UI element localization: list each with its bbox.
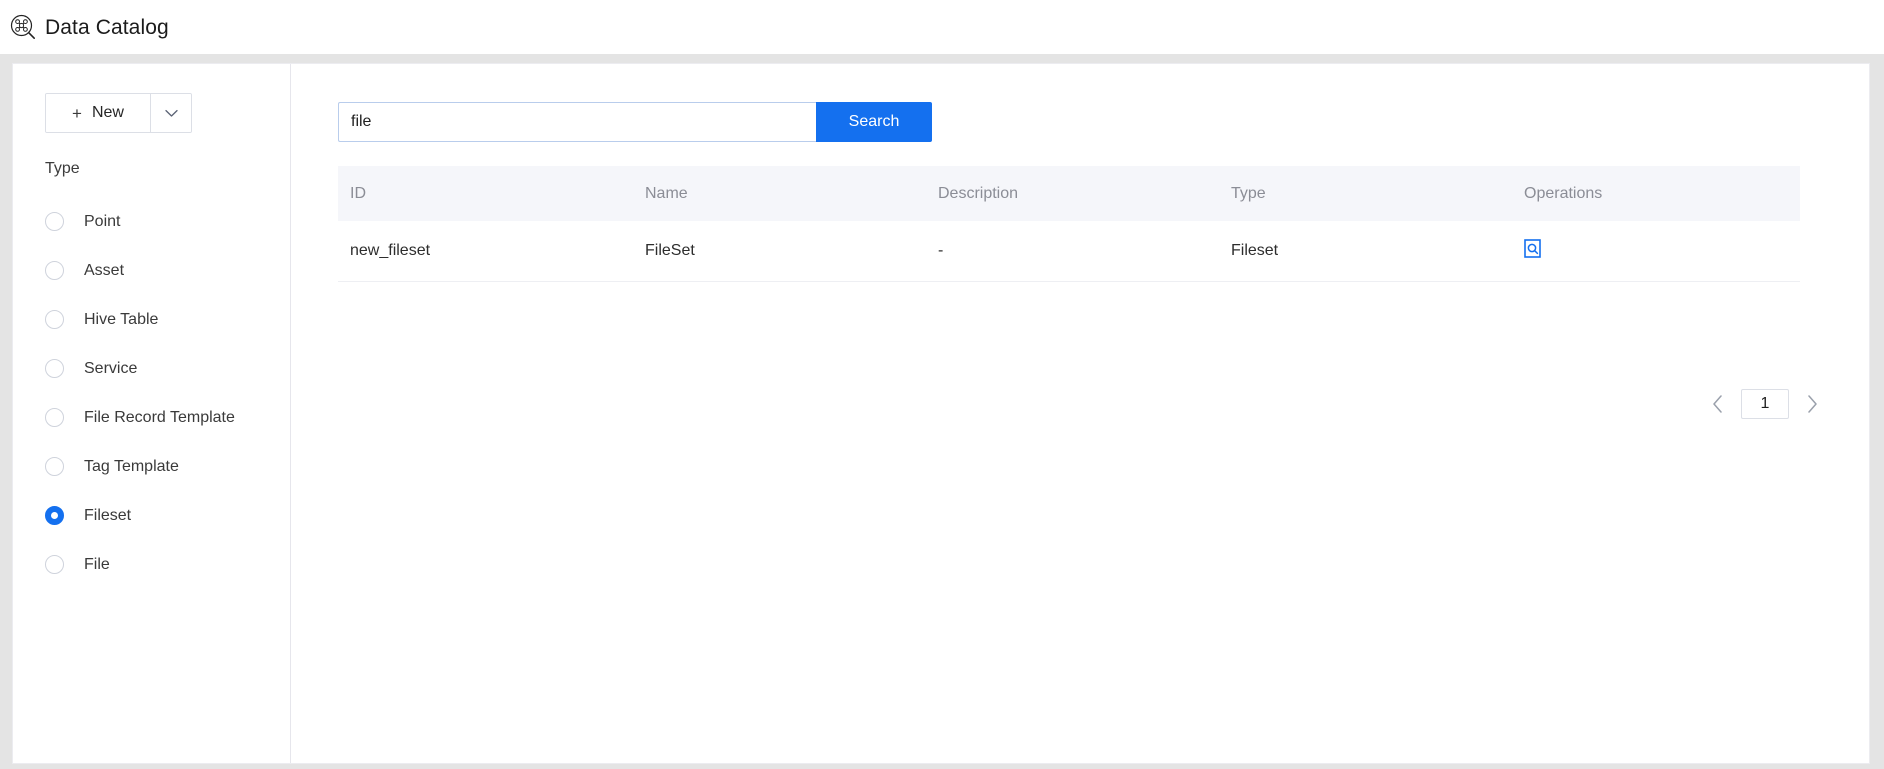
radio-circle-icon [45,457,64,476]
cell-name: FileSet [633,221,926,282]
page-number-input[interactable] [1741,389,1789,419]
column-header-type[interactable]: Type [1219,166,1512,221]
pagination [1708,389,1822,419]
radio-label: File [84,555,110,573]
column-header-operations: Operations [1512,166,1800,221]
type-radio-group: Point Asset Hive Table Service File Reco [45,197,290,589]
chevron-left-icon [1712,395,1723,413]
radio-option-asset[interactable]: Asset [45,246,290,295]
results-table-body: new_fileset FileSet - Fileset [338,221,1800,282]
new-button[interactable]: + New [46,94,151,132]
app-header: Data Catalog [0,0,1884,54]
radio-option-service[interactable]: Service [45,344,290,393]
radio-option-fileset[interactable]: Fileset [45,491,290,540]
column-header-description[interactable]: Description [926,166,1219,221]
column-header-name[interactable]: Name [633,166,926,221]
plus-icon: + [72,103,82,123]
cell-operations [1512,221,1800,282]
new-dropdown-button[interactable] [151,94,191,132]
search-button[interactable]: Search [816,102,932,142]
radio-option-hive-table[interactable]: Hive Table [45,295,290,344]
new-button-group: + New [45,93,192,133]
cell-id: new_fileset [338,221,633,282]
radio-circle-icon [45,555,64,574]
cell-type: Fileset [1219,221,1512,282]
column-header-id[interactable]: ID [338,166,633,221]
radio-label: Asset [84,261,125,279]
search-bar: Search [338,102,932,142]
pagination-next-button[interactable] [1803,391,1822,417]
radio-label: File Record Template [84,408,235,426]
sidebar: + New Type Point Asset Hive Table Servic… [13,64,291,763]
radio-circle-icon [45,408,64,427]
app-title: Data Catalog [45,15,169,39]
chevron-down-icon [164,109,178,118]
main-panel: Search ID Name Description Type Operatio… [291,64,1869,763]
radio-option-tag-template[interactable]: Tag Template [45,442,290,491]
pagination-prev-button[interactable] [1708,391,1727,417]
radio-circle-icon [45,359,64,378]
radio-circle-icon [45,212,64,231]
radio-circle-icon [45,310,64,329]
radio-circle-icon [45,261,64,280]
table-row[interactable]: new_fileset FileSet - Fileset [338,221,1800,282]
table-header-row: ID Name Description Type Operations [338,166,1800,221]
radio-label: Point [84,212,121,230]
page-body: + New Type Point Asset Hive Table Servic… [0,54,1884,769]
results-table: ID Name Description Type Operations new_… [338,166,1800,282]
catalog-search-graph-icon [10,14,36,40]
radio-label: Fileset [84,506,132,524]
new-button-label: New [91,104,124,121]
radio-label: Hive Table [84,310,159,328]
cell-description: - [926,221,1219,282]
radio-circle-selected-icon [45,506,64,525]
type-filter-title: Type [45,160,80,177]
radio-option-point[interactable]: Point [45,197,290,246]
results-table-head: ID Name Description Type Operations [338,166,1800,221]
radio-label: Service [84,359,138,377]
view-detail-magnifier-icon[interactable] [1524,238,1541,258]
radio-label: Tag Template [84,457,179,475]
search-input[interactable] [338,102,816,142]
chevron-right-icon [1807,395,1818,413]
radio-option-file-record-template[interactable]: File Record Template [45,393,290,442]
content-card: + New Type Point Asset Hive Table Servic… [12,63,1870,764]
radio-option-file[interactable]: File [45,540,290,589]
